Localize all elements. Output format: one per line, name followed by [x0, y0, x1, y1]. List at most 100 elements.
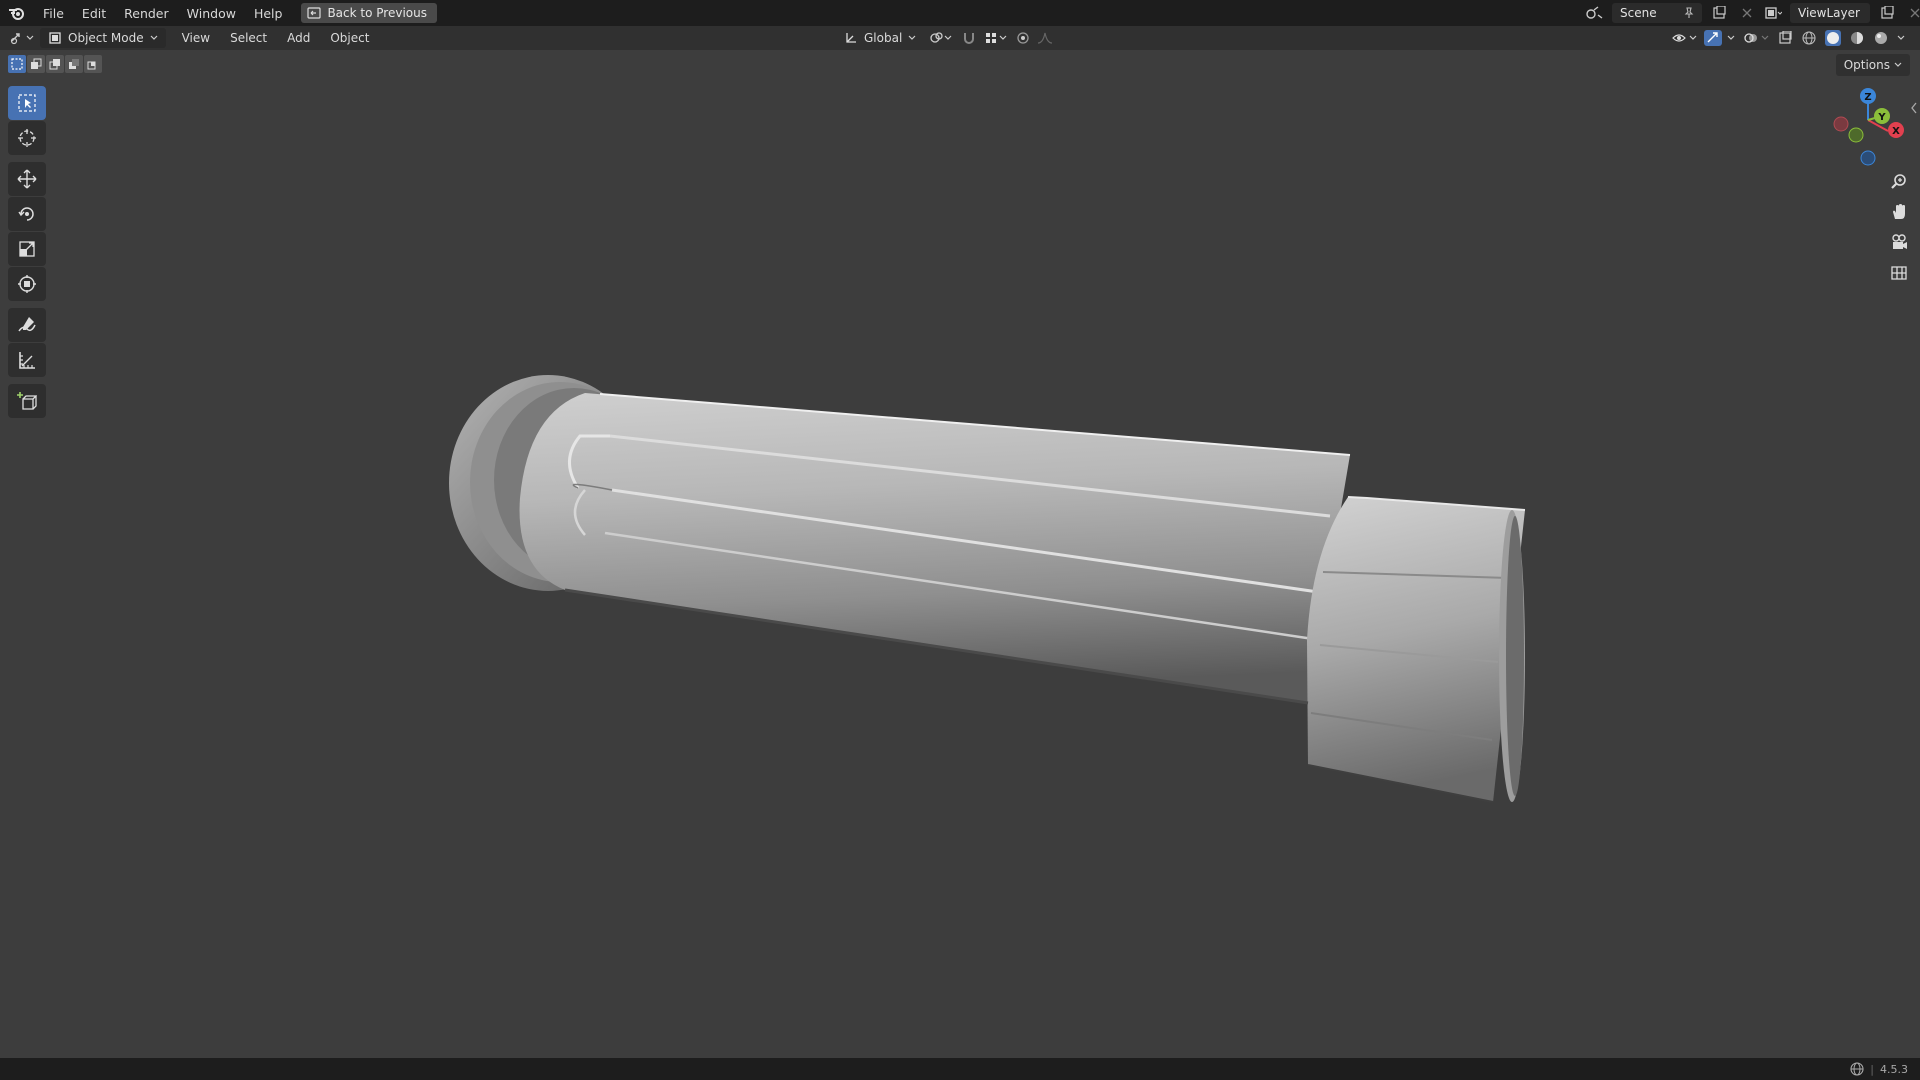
chevron-down-icon: [1894, 62, 1902, 67]
wireframe-shading-icon[interactable]: [1798, 28, 1820, 48]
transform-orientation-label: Global: [864, 31, 903, 45]
scene-name-field[interactable]: Scene: [1612, 3, 1702, 23]
menu-object[interactable]: Object: [320, 31, 379, 45]
view-layer-browse-icon[interactable]: [1762, 3, 1784, 23]
top-bar: File Edit Render Window Help Back to Pre…: [0, 0, 1920, 26]
solid-shading-icon[interactable]: [1822, 28, 1844, 48]
mode-dropdown[interactable]: Object Mode: [40, 28, 166, 48]
shading-options-icon[interactable]: [1894, 28, 1908, 48]
blender-logo-icon[interactable]: [0, 6, 34, 20]
blender-version: 4.5.3: [1880, 1062, 1908, 1076]
delete-scene-icon[interactable]: [1736, 3, 1758, 23]
back-icon: [307, 7, 322, 19]
measure-tool[interactable]: [8, 343, 46, 377]
tube-end-cap: [1307, 496, 1526, 803]
scene-selector: Scene: [1584, 2, 1758, 24]
delete-view-layer-icon[interactable]: [1904, 3, 1920, 23]
gizmo-x-label: X: [1892, 126, 1900, 137]
perspective-toggle-icon[interactable]: [1886, 258, 1912, 286]
select-box-tool[interactable]: [8, 86, 46, 120]
menu-select[interactable]: Select: [220, 31, 277, 45]
object-mode-icon: [49, 32, 61, 44]
transform-tool[interactable]: [8, 267, 46, 301]
viewport-shading-controls: [1670, 28, 1908, 48]
mode-label: Object Mode: [68, 31, 144, 45]
camera-view-icon[interactable]: [1886, 228, 1912, 256]
back-to-previous-label: Back to Previous: [327, 6, 427, 20]
scene-name: Scene: [1620, 6, 1657, 20]
options-dropdown[interactable]: Options: [1835, 54, 1910, 76]
add-cube-icon: [17, 392, 37, 410]
xray-toggle-icon[interactable]: [1774, 28, 1796, 48]
select-new-icon[interactable]: [8, 55, 26, 73]
chevron-down-icon: [150, 35, 158, 40]
select-subtract-icon[interactable]: [46, 55, 64, 73]
rotate-tool[interactable]: [8, 197, 46, 231]
status-bar: | 4.5.3: [0, 1058, 1920, 1080]
sidebar-toggle-icon[interactable]: [1910, 100, 1918, 116]
overlays-icon[interactable]: [1742, 28, 1772, 48]
network-globe-icon[interactable]: [1850, 1062, 1864, 1076]
menu-window[interactable]: Window: [178, 6, 245, 21]
transform-icon: [18, 275, 36, 293]
menu-help[interactable]: Help: [245, 6, 292, 21]
annotate-tool[interactable]: [8, 308, 46, 342]
new-scene-icon[interactable]: [1708, 3, 1730, 23]
viewport-header: Object Mode View Select Add Object Globa…: [0, 26, 1920, 50]
select-box-icon: [18, 94, 36, 112]
rotate-icon: [18, 207, 34, 221]
orientation-axes-icon: [846, 33, 856, 43]
gizmo-neg-x[interactable]: [1833, 116, 1849, 132]
transform-orientation-dropdown[interactable]: Global: [836, 28, 924, 48]
gizmo-y-label: Y: [1877, 112, 1886, 123]
move-tool[interactable]: [8, 162, 46, 196]
rendered-shading-icon[interactable]: [1870, 28, 1892, 48]
zoom-icon[interactable]: [1886, 168, 1912, 196]
3d-viewport[interactable]: [0, 50, 1920, 1058]
gizmo-toggle-icon[interactable]: [1702, 28, 1740, 48]
select-extend-icon[interactable]: [27, 55, 45, 73]
gizmo-z-label: Z: [1864, 92, 1871, 103]
add-cube-tool[interactable]: [8, 384, 46, 418]
menu-edit[interactable]: Edit: [73, 6, 115, 21]
options-label: Options: [1843, 58, 1890, 72]
snap-toggle-icon[interactable]: [958, 28, 980, 48]
select-intersect-icon[interactable]: [84, 55, 102, 73]
new-view-layer-icon[interactable]: [1876, 3, 1898, 23]
status-separator: |: [1870, 1062, 1874, 1076]
cursor-icon: [18, 129, 36, 147]
menu-file[interactable]: File: [34, 6, 73, 21]
menu-render[interactable]: Render: [115, 6, 178, 21]
view-layer-field[interactable]: ViewLayer: [1790, 3, 1870, 23]
proportional-editing-icon[interactable]: [1012, 28, 1034, 48]
move-icon: [17, 169, 37, 189]
cursor-tool[interactable]: [8, 121, 46, 155]
menu-add[interactable]: Add: [277, 31, 320, 45]
tool-shelf: [8, 86, 46, 419]
falloff-icon[interactable]: [1036, 28, 1058, 48]
measure-icon: [19, 352, 35, 369]
menu-view[interactable]: View: [172, 31, 220, 45]
main-menu: File Edit Render Window Help: [34, 0, 291, 26]
visibility-icon[interactable]: [1670, 28, 1700, 48]
pivot-point-icon[interactable]: [926, 28, 956, 48]
gizmo-neg-z[interactable]: [1860, 150, 1876, 166]
viewport-canvas: [449, 375, 1526, 803]
back-to-previous-button[interactable]: Back to Previous: [301, 3, 437, 23]
select-invert-icon[interactable]: [65, 55, 83, 73]
viewport-menu: View Select Add Object: [172, 25, 380, 51]
gizmo-neg-y[interactable]: [1848, 127, 1864, 143]
pan-hand-icon[interactable]: [1886, 198, 1912, 226]
view-layer-selector: ViewLayer: [1762, 2, 1920, 24]
editor-type-icon[interactable]: [6, 28, 40, 48]
scale-tool[interactable]: [8, 232, 46, 266]
snap-target-icon[interactable]: [982, 28, 1010, 48]
scene-browse-icon[interactable]: [1584, 3, 1606, 23]
transform-controls: Global: [836, 28, 1058, 48]
material-preview-icon[interactable]: [1846, 28, 1868, 48]
annotate-icon: [18, 317, 36, 332]
selection-mode-buttons: [8, 55, 102, 73]
navigation-gizmo[interactable]: Z Y X: [1824, 84, 1910, 172]
pin-icon[interactable]: [1684, 7, 1694, 19]
scale-icon: [19, 241, 35, 257]
